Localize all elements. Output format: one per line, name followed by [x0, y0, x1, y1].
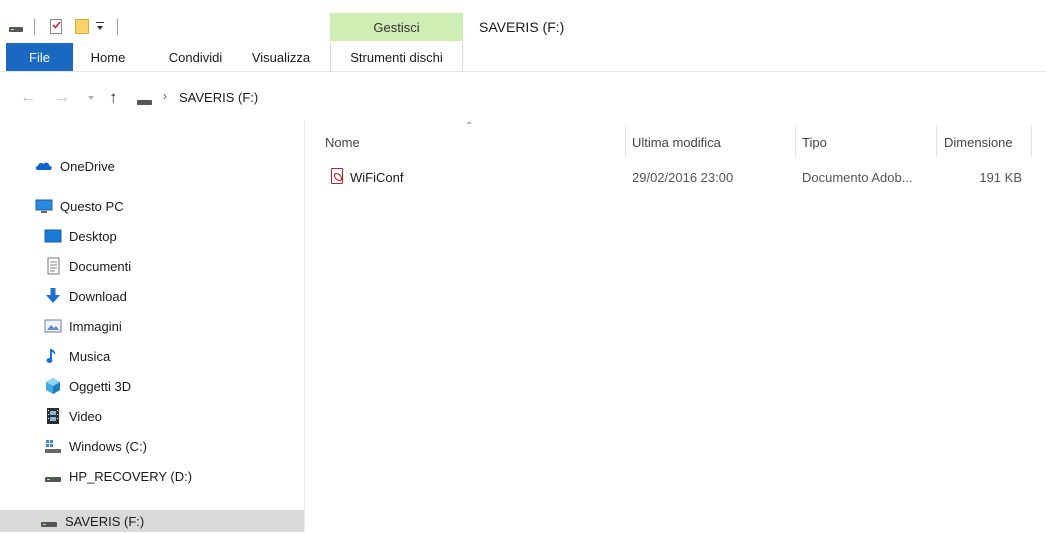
pdf-icon [331, 168, 343, 184]
ribbon-divider [0, 71, 1046, 72]
address-bar[interactable] [133, 84, 1046, 112]
quick-access-separator [117, 19, 118, 35]
windows-drive-icon [44, 437, 62, 455]
column-separator[interactable] [1031, 125, 1032, 157]
new-folder-icon[interactable] [75, 19, 89, 34]
tab-view[interactable]: Visualizza [246, 43, 316, 71]
nav-item-label: SAVERIS (F:) [65, 513, 145, 529]
nav-item-desktop[interactable]: Desktop [44, 223, 117, 249]
customize-quick-access-icon[interactable] [96, 22, 105, 32]
nav-item-label: OneDrive [60, 158, 115, 174]
nav-item-saveris-f[interactable]: SAVERIS (F:) [40, 511, 144, 531]
quick-access-separator [34, 19, 35, 35]
context-tab-group-label: Gestisci [330, 13, 463, 41]
nav-item-pictures[interactable]: Immagini [44, 313, 122, 339]
nav-item-download[interactable]: Download [44, 283, 127, 309]
nav-item-this-pc[interactable]: Questo PC [35, 193, 124, 219]
file-type: Documento Adob... [802, 170, 913, 185]
column-separator[interactable] [625, 125, 626, 157]
nav-item-label: Video [69, 408, 103, 424]
breadcrumb-chevron-icon[interactable]: › [163, 89, 167, 103]
pane-divider[interactable] [304, 120, 305, 532]
desktop-icon [44, 227, 62, 245]
file-modified: 29/02/2016 23:00 [632, 170, 734, 185]
up-arrow-icon[interactable]: ↑ [109, 89, 123, 107]
sort-ascending-icon: ⌃ [465, 121, 474, 132]
nav-item-label: Desktop [69, 228, 117, 244]
quick-access-drive-icon [9, 27, 23, 32]
nav-item-music[interactable]: Musica [44, 343, 110, 369]
pictures-icon [44, 317, 62, 335]
nav-item-label: HP_RECOVERY (D:) [69, 468, 193, 484]
nav-item-label: Windows (C:) [69, 438, 148, 454]
column-separator[interactable] [795, 125, 796, 157]
documents-icon [44, 257, 62, 275]
music-icon [44, 347, 62, 365]
nav-item-documents[interactable]: Documenti [44, 253, 131, 279]
objects-3d-icon [44, 377, 62, 395]
nav-item-onedrive[interactable]: OneDrive [35, 153, 115, 179]
column-separator[interactable] [936, 125, 937, 157]
tab-drive-tools[interactable]: Strumenti dischi [330, 43, 463, 71]
this-pc-icon [35, 197, 53, 215]
nav-item-hp-recovery[interactable]: HP_RECOVERY (D:) [44, 463, 192, 489]
window-title: SAVERIS (F:) [479, 19, 565, 35]
nav-item-windows-c[interactable]: Windows (C:) [44, 433, 147, 459]
properties-icon[interactable] [50, 19, 62, 34]
forward-arrow-icon[interactable]: → [54, 90, 74, 106]
file-name[interactable]: WiFiConf [350, 170, 403, 185]
tab-file[interactable]: File [6, 43, 73, 71]
recent-locations-icon[interactable] [88, 96, 94, 100]
breadcrumb-location[interactable]: SAVERIS (F:) [179, 90, 258, 105]
nav-item-label: Documenti [69, 258, 132, 274]
nav-item-label: Questo PC [60, 198, 124, 214]
nav-item-label: Immagini [69, 318, 122, 334]
nav-item-video[interactable]: Video [44, 403, 102, 429]
address-drive-icon [137, 100, 152, 105]
column-header-name[interactable]: Nome [325, 130, 360, 154]
back-arrow-icon[interactable]: ← [20, 90, 40, 106]
column-header-modified[interactable]: Ultima modifica [632, 130, 721, 154]
drive-icon [44, 467, 62, 485]
nav-item-label: Download [69, 288, 127, 304]
download-icon [44, 287, 62, 305]
column-header-size[interactable]: Dimensione [944, 130, 1013, 154]
tab-home[interactable]: Home [76, 43, 140, 71]
video-icon [44, 407, 62, 425]
file-size: 191 KB [979, 170, 1022, 185]
nav-item-3d-objects[interactable]: Oggetti 3D [44, 373, 131, 399]
nav-item-label: Musica [69, 348, 111, 364]
column-header-type[interactable]: Tipo [802, 130, 827, 154]
nav-item-label: Oggetti 3D [69, 378, 132, 394]
onedrive-icon [35, 157, 53, 175]
drive-icon [40, 512, 58, 530]
tab-share[interactable]: Condividi [148, 43, 243, 71]
